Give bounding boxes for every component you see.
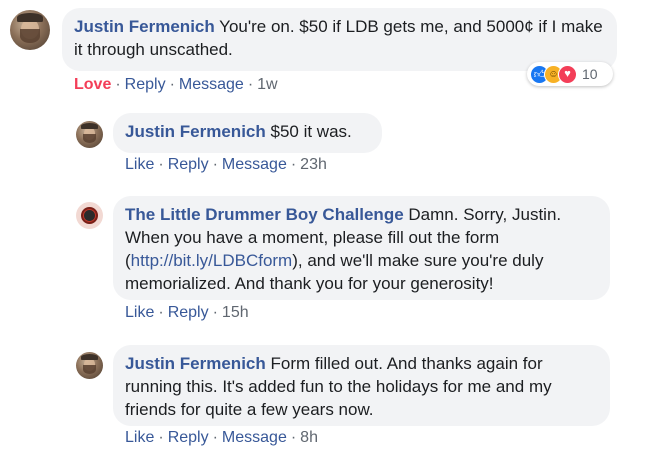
reply-link[interactable]: Reply — [168, 156, 209, 173]
timestamp[interactable]: 1w — [257, 76, 277, 93]
comment-author[interactable]: Justin Fermenich — [125, 354, 266, 373]
reply-link[interactable]: Reply — [168, 429, 209, 446]
timestamp[interactable]: 23h — [300, 156, 327, 173]
comment-author[interactable]: Justin Fermenich — [125, 122, 266, 141]
like-link[interactable]: Like — [125, 156, 154, 173]
comment-text: $50 it was. — [265, 122, 352, 141]
message-link[interactable]: Message — [222, 429, 287, 446]
avatar[interactable] — [76, 352, 103, 379]
comment-author[interactable]: The Little Drummer Boy Challenge — [125, 205, 404, 224]
comment-bubble: Justin Fermenich You're on. $50 if LDB g… — [62, 8, 617, 71]
comment-bubble: Justin Fermenich $50 it was. — [113, 113, 382, 153]
avatar[interactable] — [76, 121, 103, 148]
message-link[interactable]: Message — [222, 156, 287, 173]
comment-bubble: Justin Fermenich Form filled out. And th… — [113, 345, 610, 426]
message-link[interactable]: Message — [179, 76, 244, 93]
love-reaction-link[interactable]: Love — [74, 76, 111, 93]
comment-actions: Like · Reply · Message · 23h — [125, 156, 327, 173]
avatar[interactable] — [10, 10, 50, 50]
comment-actions: Like · Reply · Message · 8h — [125, 429, 318, 446]
love-icon: ♥ — [558, 64, 577, 84]
reactions-summary[interactable]: 👍︎ ☺ ♥ 10 — [527, 62, 613, 86]
comment-author[interactable]: Justin Fermenich — [74, 17, 215, 36]
like-link[interactable]: Like — [125, 304, 154, 321]
timestamp[interactable]: 8h — [300, 429, 318, 446]
reply-link[interactable]: Reply — [168, 304, 209, 321]
timestamp[interactable]: 15h — [222, 304, 249, 321]
like-link[interactable]: Like — [125, 429, 154, 446]
reply-link[interactable]: Reply — [125, 76, 166, 93]
comment-actions: Love · Reply · Message · 1w — [74, 76, 278, 93]
comment-bubble: The Little Drummer Boy Challenge Damn. S… — [113, 196, 610, 300]
avatar[interactable] — [76, 202, 103, 229]
form-link[interactable]: http://bit.ly/LDBCform — [131, 251, 293, 270]
reaction-count: 10 — [582, 66, 598, 82]
comment-actions: Like · Reply · 15h — [125, 304, 249, 321]
